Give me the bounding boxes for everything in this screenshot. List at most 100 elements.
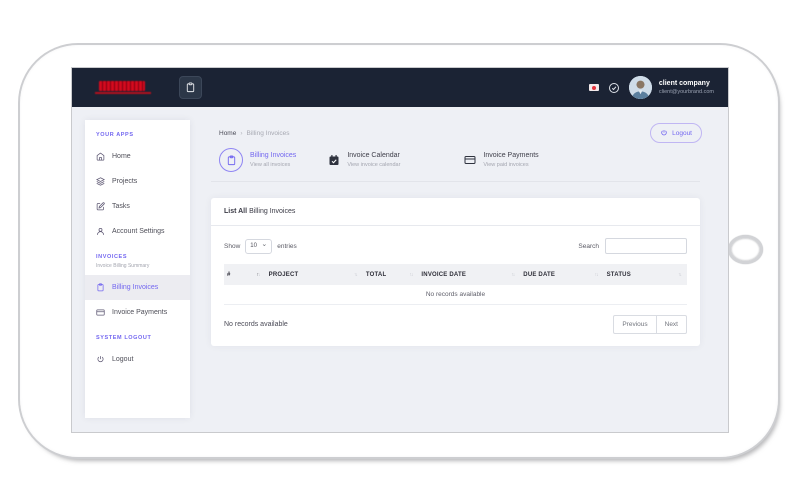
- card-title: List All Billing Invoices: [211, 198, 700, 226]
- card-footer: No records available Previous Next: [211, 305, 700, 334]
- brand-logo-mark: [99, 81, 145, 91]
- sort-icon[interactable]: ↑↓: [595, 272, 599, 278]
- sort-icon[interactable]: ↑↓: [257, 272, 261, 278]
- sort-icon[interactable]: ↑↓: [409, 272, 413, 278]
- sidebar-section-invoices: INVOICES: [96, 254, 128, 260]
- table-controls: Show 10 ⌄ entries Search: [211, 226, 700, 264]
- power-icon: [660, 129, 668, 137]
- column-header-total[interactable]: TOTAL ↑↓: [363, 272, 419, 278]
- home-icon: [96, 152, 105, 161]
- calendar-check-icon: [328, 154, 340, 166]
- previous-page-button[interactable]: Previous: [613, 315, 657, 334]
- column-header-due-date[interactable]: DUE DATE ↑↓: [520, 272, 603, 278]
- column-label: STATUS: [606, 271, 631, 278]
- tab-label: Invoice Calendar: [347, 152, 400, 159]
- sidebar-item-label: Projects: [112, 178, 138, 185]
- topbar-right: client company client@yourbrand.com: [588, 76, 714, 99]
- column-header-project[interactable]: PROJECT ↑↓: [266, 272, 363, 278]
- topbar: client company client@yourbrand.com: [72, 68, 728, 107]
- column-header-status[interactable]: STATUS ↑↓: [604, 272, 687, 278]
- sidebar-section-system-logout: SYSTEM LOGOUT: [96, 335, 152, 341]
- sort-icon[interactable]: ↑↓: [354, 272, 358, 278]
- layers-icon: [96, 177, 105, 186]
- sort-icon[interactable]: ↑↓: [678, 272, 682, 278]
- logout-button[interactable]: Logout: [650, 123, 702, 143]
- clipboard-circle-icon: [219, 148, 243, 172]
- page-size-value: 10: [250, 243, 257, 249]
- show-label: Show: [224, 242, 241, 250]
- card-title-rest: Billing Invoices: [249, 208, 296, 215]
- tab-text: Invoice Calendar View invoice calendar: [347, 151, 400, 169]
- sidebar-item-label: Home: [112, 153, 131, 160]
- sidebar-item-home[interactable]: Home: [85, 144, 190, 169]
- check-circle-icon[interactable]: [608, 82, 620, 94]
- breadcrumb-current: Billing Invoices: [246, 129, 290, 137]
- search-group: Search: [578, 238, 687, 254]
- sidebar-item-account-settings[interactable]: Account Settings: [85, 219, 190, 244]
- tab-invoice-payments[interactable]: Invoice Payments View paid invoices: [464, 151, 539, 169]
- breadcrumb-home[interactable]: Home: [219, 130, 236, 137]
- column-label: TOTAL: [365, 271, 387, 278]
- tab-invoice-calendar[interactable]: Invoice Calendar View invoice calendar: [328, 151, 400, 169]
- tab-bar: Billing Invoices View all invoices Invoi…: [211, 148, 700, 182]
- user-text: client company client@yourbrand.com: [659, 79, 714, 96]
- tab-billing-invoices[interactable]: Billing Invoices View all invoices: [219, 148, 296, 172]
- edit-square-icon: [96, 202, 105, 211]
- breadcrumb: Home › Billing Invoices: [211, 120, 700, 138]
- user-menu[interactable]: client company client@yourbrand.com: [628, 76, 714, 99]
- column-label: PROJECT: [268, 271, 299, 278]
- sidebar-item-label: Account Settings: [112, 228, 165, 235]
- sidebar: YOUR APPS Home Projects Tasks Account Se…: [85, 120, 190, 418]
- sort-icon[interactable]: ↑↓: [511, 272, 515, 278]
- column-label: DUE DATE: [523, 271, 556, 278]
- tab-sublabel: View paid invoices: [483, 162, 529, 168]
- clipboard-icon: [96, 283, 105, 292]
- credit-card-icon: [96, 308, 105, 317]
- sidebar-item-label: Billing Invoices: [112, 284, 159, 291]
- app-screen: client company client@yourbrand.com YOUR…: [72, 68, 728, 432]
- search-input[interactable]: [605, 238, 687, 254]
- tab-text: Invoice Payments View paid invoices: [483, 151, 538, 169]
- table-empty-row: No records available: [224, 285, 687, 305]
- credit-card-icon: [464, 154, 476, 166]
- user-icon: [96, 227, 105, 236]
- entries-label: entries: [277, 242, 297, 250]
- column-header-number[interactable]: # ↑↓: [224, 272, 266, 278]
- sidebar-item-label: Logout: [112, 356, 134, 363]
- search-label: Search: [578, 242, 599, 250]
- invoices-card: List All Billing Invoices Show 10 ⌄ entri…: [211, 198, 700, 346]
- tab-text: Billing Invoices View all invoices: [250, 151, 296, 169]
- sidebar-item-label: Tasks: [112, 203, 130, 210]
- breadcrumb-separator: ›: [240, 129, 243, 137]
- tab-label: Billing Invoices: [250, 152, 297, 159]
- sidebar-section-your-apps: YOUR APPS: [96, 132, 134, 138]
- billing-app-button[interactable]: [179, 76, 202, 99]
- user-email: client@yourbrand.com: [658, 89, 714, 95]
- table-header-row: # ↑↓ PROJECT ↑↓ TOTAL ↑↓ INVOICE DATE ↑↓: [224, 264, 687, 285]
- avatar: [628, 76, 652, 99]
- column-header-invoice-date[interactable]: INVOICE DATE ↑↓: [418, 272, 520, 278]
- next-page-button[interactable]: Next: [656, 315, 687, 334]
- sidebar-section-invoices-subtitle: Invoice Billing Summary: [96, 263, 150, 269]
- tab-sublabel: View invoice calendar: [347, 162, 401, 168]
- main-content: Home › Billing Invoices Logout Billing I…: [211, 120, 702, 346]
- records-status: No records available: [224, 321, 288, 328]
- chevron-down-icon: ⌄: [261, 241, 268, 248]
- page: client company client@yourbrand.com YOUR…: [0, 0, 800, 500]
- sidebar-item-tasks[interactable]: Tasks: [85, 194, 190, 219]
- sidebar-item-label: Invoice Payments: [112, 309, 168, 316]
- tablet-home-button[interactable]: [728, 235, 763, 264]
- brand-logo[interactable]: [95, 81, 151, 94]
- user-name: client company: [658, 80, 710, 87]
- sidebar-item-projects[interactable]: Projects: [85, 169, 190, 194]
- column-label: INVOICE DATE: [421, 271, 467, 278]
- sidebar-item-billing-invoices[interactable]: Billing Invoices: [85, 275, 190, 300]
- brand-logo-underline: [95, 92, 151, 94]
- tab-sublabel: View all invoices: [250, 162, 291, 168]
- power-icon: [96, 355, 105, 364]
- sidebar-item-logout[interactable]: Logout: [85, 347, 190, 372]
- pagination: Previous Next: [613, 315, 687, 334]
- sidebar-item-invoice-payments[interactable]: Invoice Payments: [85, 300, 190, 325]
- language-flag-icon[interactable]: [588, 84, 599, 91]
- page-size-select[interactable]: 10 ⌄: [245, 238, 273, 254]
